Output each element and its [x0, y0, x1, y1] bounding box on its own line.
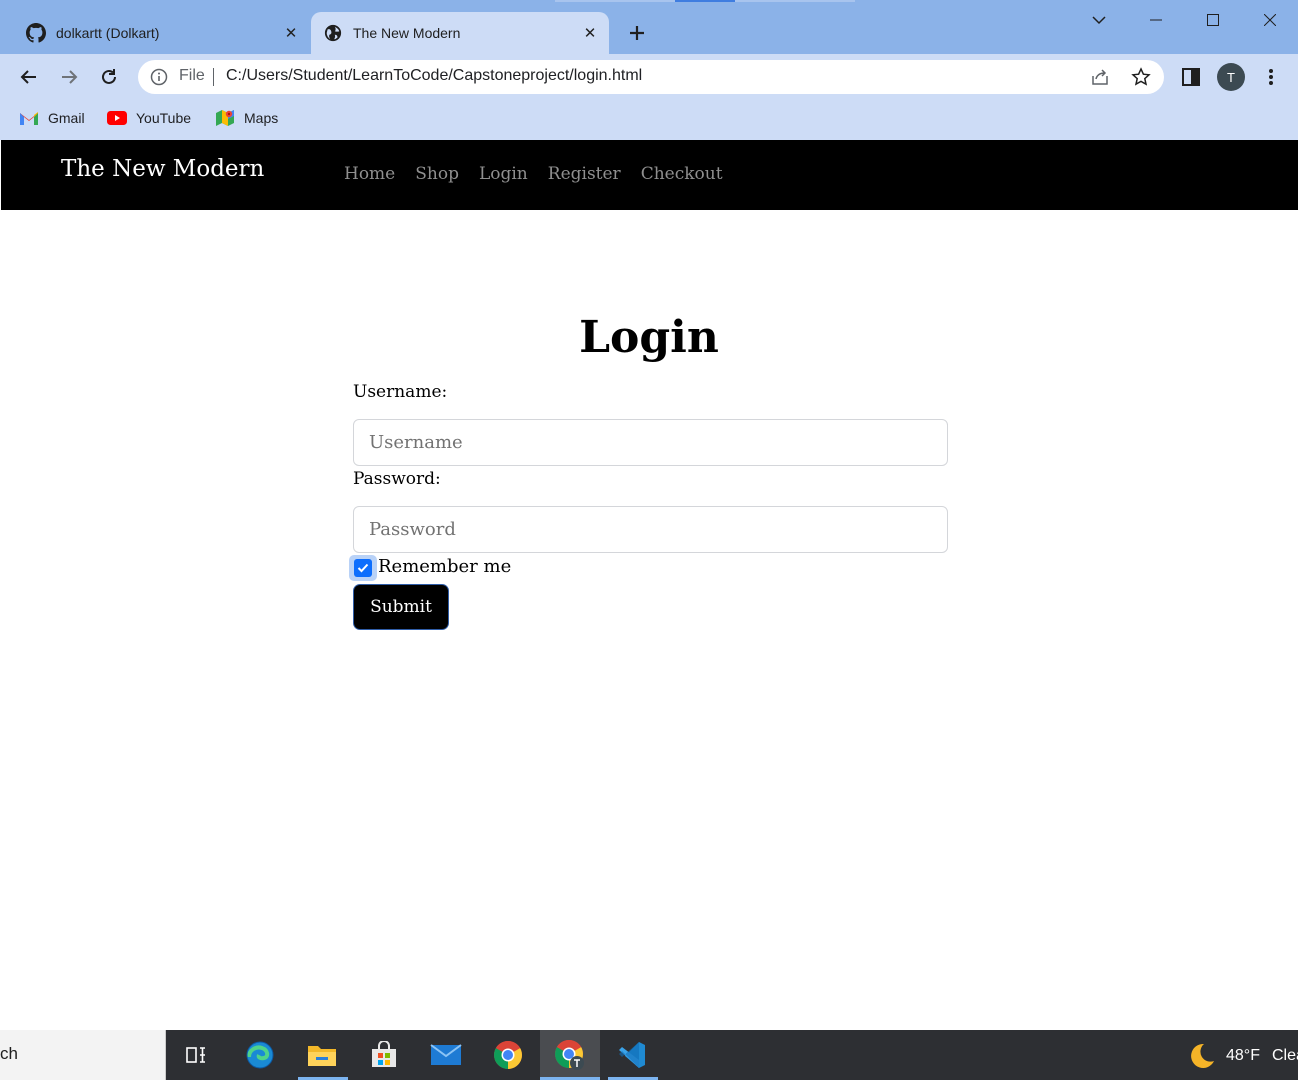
store-icon[interactable] — [356, 1030, 412, 1080]
page-title: Login — [579, 312, 719, 363]
side-panel-icon[interactable] — [1176, 62, 1206, 92]
taskbar-search-box[interactable]: ch — [0, 1030, 166, 1080]
chrome-profile-icon[interactable] — [540, 1030, 600, 1080]
windows-taskbar: ch 48°F Clea — [0, 1030, 1298, 1080]
tab-search-chevron-down-icon[interactable] — [1070, 0, 1127, 40]
tab-title: dolkartt (Dolkart) — [56, 25, 160, 41]
close-tab-icon[interactable]: ✕ — [280, 22, 302, 44]
bookmark-youtube[interactable]: YouTube — [107, 107, 191, 129]
vscode-icon[interactable] — [604, 1030, 660, 1080]
bookmark-label: YouTube — [136, 110, 192, 126]
tab-the-new-modern[interactable]: The New Modern ✕ — [311, 12, 609, 54]
reload-icon[interactable] — [94, 62, 124, 92]
bookmark-maps[interactable]: Maps — [215, 107, 278, 129]
task-view-icon[interactable] — [168, 1030, 224, 1080]
url-scheme-label: File — [179, 67, 205, 84]
profile-avatar[interactable]: T — [1216, 62, 1246, 92]
site-brand[interactable]: The New Modern — [61, 156, 264, 182]
youtube-icon — [107, 109, 127, 127]
username-field[interactable] — [353, 419, 948, 466]
minimize-icon[interactable] — [1127, 0, 1184, 40]
password-input[interactable] — [354, 507, 947, 552]
weather-condition: Clea — [1271, 1047, 1298, 1064]
info-icon[interactable] — [150, 68, 168, 86]
site-nav-links: Home Shop Login Register Checkout — [344, 164, 743, 184]
edge-icon[interactable] — [232, 1030, 288, 1080]
share-icon[interactable] — [1090, 67, 1110, 87]
avatar: T — [1217, 63, 1245, 91]
checkmark-icon — [354, 559, 372, 577]
weather-temperature: 48°F — [1226, 1047, 1260, 1064]
nav-link-checkout[interactable]: Checkout — [641, 164, 723, 184]
file-explorer-icon[interactable] — [294, 1030, 350, 1080]
tab-strip-highlight — [735, 0, 855, 2]
mail-icon[interactable] — [418, 1030, 474, 1080]
nav-link-shop[interactable]: Shop — [415, 164, 459, 184]
bookmarks-bar: Gmail YouTube Maps — [0, 100, 1298, 140]
username-input[interactable] — [354, 420, 947, 465]
bookmark-label: Gmail — [48, 110, 85, 126]
maps-icon — [215, 109, 235, 127]
tab-dolkartt[interactable]: dolkartt (Dolkart) ✕ — [14, 12, 310, 54]
url-separator — [213, 68, 214, 86]
back-arrow-icon[interactable] — [14, 62, 44, 92]
github-icon — [26, 23, 46, 43]
username-label: Username: — [353, 382, 448, 402]
close-tab-icon[interactable]: ✕ — [579, 22, 601, 44]
remember-me-label[interactable]: Remember me — [378, 556, 511, 577]
tab-title: The New Modern — [353, 25, 461, 41]
url-text[interactable]: C:/Users/Student/LearnToCode/Capstonepro… — [226, 67, 642, 85]
maximize-icon[interactable] — [1184, 0, 1241, 40]
forward-arrow-icon[interactable] — [54, 62, 84, 92]
nav-link-login[interactable]: Login — [479, 164, 528, 184]
new-tab-plus-icon[interactable] — [624, 20, 650, 46]
more-menu-icon[interactable] — [1256, 62, 1286, 92]
bookmark-label: Maps — [244, 110, 279, 126]
tab-strip-highlight — [555, 0, 675, 2]
nav-link-home[interactable]: Home — [344, 164, 395, 184]
gmail-icon — [19, 109, 39, 127]
taskbar-search-text: ch — [0, 1044, 18, 1063]
browser-tab-bar: dolkartt (Dolkart) ✕ The New Modern ✕ — [0, 0, 1298, 54]
chrome-icon[interactable] — [480, 1030, 536, 1080]
nav-link-register[interactable]: Register — [548, 164, 621, 184]
bookmark-gmail[interactable]: Gmail — [19, 107, 85, 129]
moon-icon — [1191, 1043, 1214, 1068]
submit-button[interactable]: Submit — [353, 584, 449, 630]
remember-me-checkbox[interactable] — [349, 555, 377, 581]
taskbar-weather[interactable]: 48°F Clea — [1186, 1042, 1298, 1070]
globe-icon — [323, 23, 343, 43]
site-navbar: The New Modern Home Shop Login Register … — [1, 140, 1298, 210]
password-label: Password: — [353, 469, 441, 489]
tab-strip-highlight — [675, 0, 735, 2]
close-window-icon[interactable] — [1241, 0, 1298, 40]
bookmark-star-icon[interactable] — [1131, 67, 1151, 87]
address-bar[interactable]: File C:/Users/Student/LearnToCode/Capsto… — [138, 60, 1164, 94]
password-field[interactable] — [353, 506, 948, 553]
